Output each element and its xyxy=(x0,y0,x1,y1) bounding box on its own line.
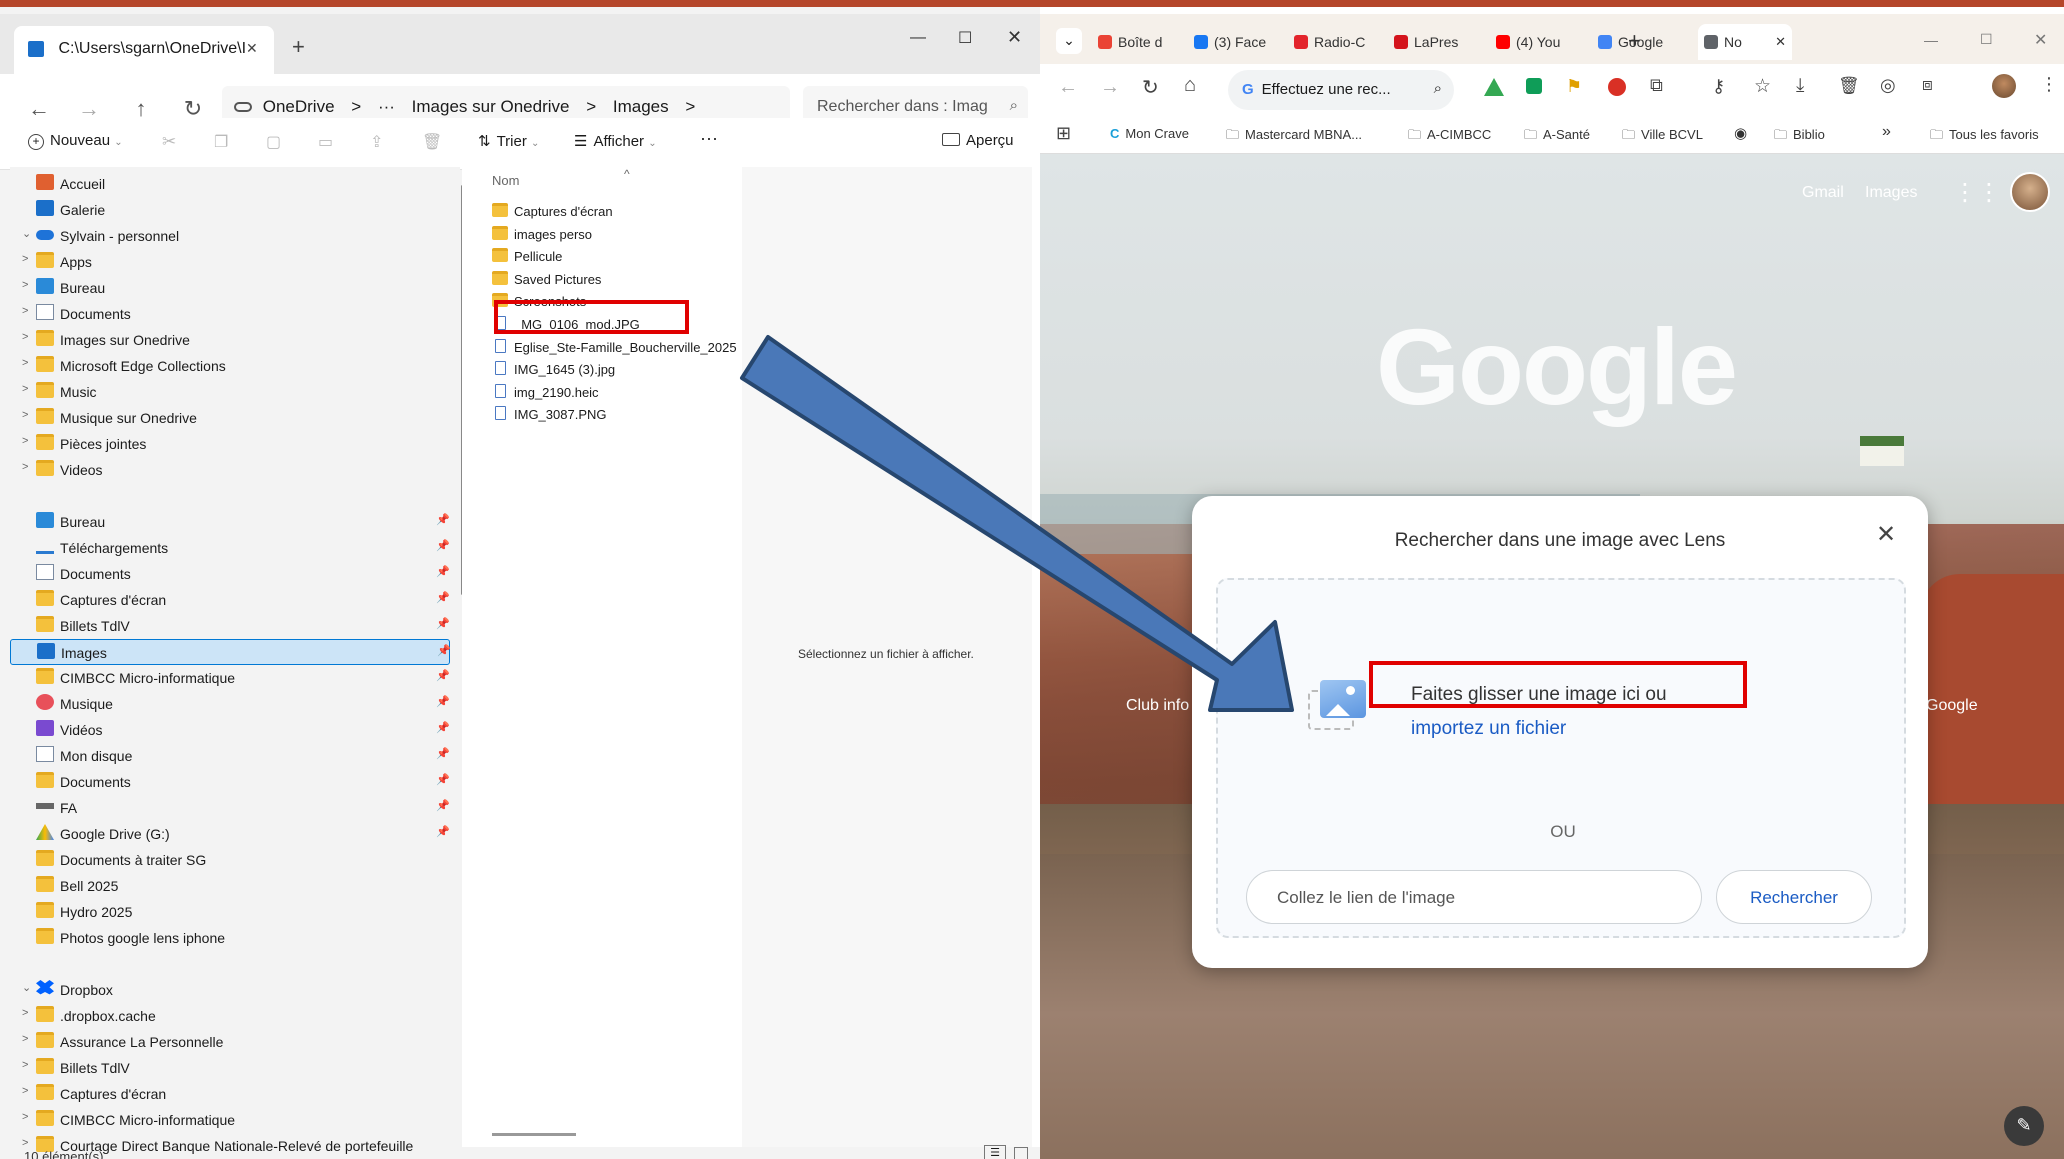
drag-arrow-annotation xyxy=(740,335,1294,712)
arrow-body xyxy=(740,335,1294,712)
